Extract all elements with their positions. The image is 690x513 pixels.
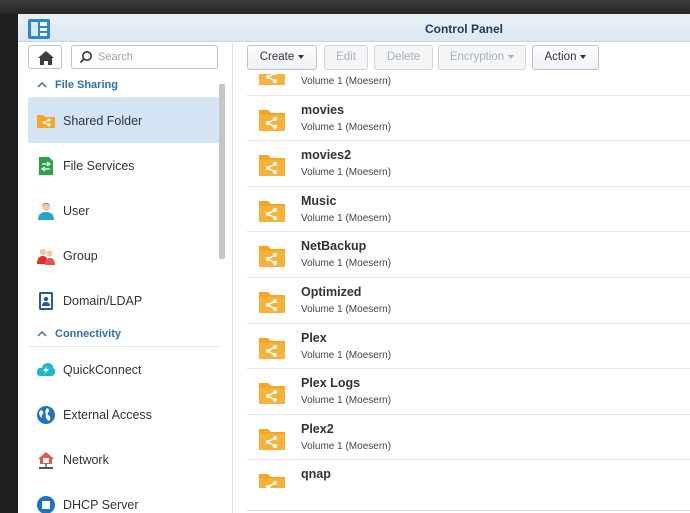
list-item[interactable]: Volume 1 (Moesern) <box>247 74 690 96</box>
list-item[interactable]: movies2 Volume 1 (Moesern) <box>247 141 690 187</box>
sidebar-item-shared-folder[interactable]: Shared Folder <box>28 98 219 143</box>
caret-down-icon <box>508 55 515 59</box>
shared-folder-icon <box>259 428 285 450</box>
list-item[interactable]: Plex Logs Volume 1 (Moesern) <box>247 369 690 415</box>
folder-name: Plex2 <box>301 421 334 436</box>
search-input[interactable] <box>98 49 213 65</box>
create-button[interactable]: Create <box>247 45 317 70</box>
sidebar-item-group[interactable]: Group <box>28 233 219 278</box>
folder-name: Plex Logs <box>301 376 361 391</box>
shared-folder-icon <box>37 115 55 128</box>
shared-folder-icon <box>259 246 285 268</box>
shared-folder-icon <box>259 383 285 405</box>
shared-folder-icon <box>259 200 285 222</box>
shared-folder-icon <box>259 337 285 359</box>
folder-location: Volume 1 (Moesern) <box>301 304 392 315</box>
sidebar-item-dhcp-server[interactable]: DHCP Server <box>28 482 219 513</box>
panel-divider <box>232 42 233 513</box>
search-icon <box>79 51 92 64</box>
sidebar-nav: File Sharing Shared Folder File Services <box>28 74 219 513</box>
shared-folder-list[interactable]: Volume 1 (Moesern) movies Volume 1 (Moeser… <box>247 74 690 488</box>
file-services-icon <box>39 157 53 175</box>
group-icon <box>37 248 55 265</box>
sidebar-item-external-access[interactable]: External Access <box>28 392 219 437</box>
list-footer-divider <box>247 510 690 511</box>
delete-button[interactable]: Delete <box>374 45 433 70</box>
folder-name: Optimized <box>301 285 362 299</box>
dhcp-server-icon <box>37 496 55 513</box>
shared-folder-icon <box>259 109 285 131</box>
sidebar-item-label: Domain/LDAP <box>63 294 143 308</box>
action-button[interactable]: Action <box>532 45 599 70</box>
encryption-label: Encryption <box>449 51 505 63</box>
caret-down-icon <box>580 55 587 59</box>
list-item[interactable]: Plex2 Volume 1 (Moesern) <box>247 415 690 461</box>
quickconnect-icon <box>36 363 56 376</box>
title-bar[interactable]: Control Panel <box>18 14 690 42</box>
section-connectivity[interactable]: Connectivity <box>28 323 219 347</box>
shared-folder-icon <box>259 155 285 177</box>
shared-folder-icon <box>259 74 285 85</box>
sidebar-item-label: Network <box>63 453 109 467</box>
home-button[interactable] <box>28 45 62 69</box>
chevron-up-icon <box>37 81 47 88</box>
folder-name: qnap <box>301 467 331 482</box>
sidebar-item-label: Group <box>63 249 98 263</box>
sidebar-item-quickconnect[interactable]: QuickConnect <box>28 347 219 392</box>
list-item[interactable]: NetBackup Volume 1 (Moesern) <box>247 232 690 278</box>
folder-name: Music <box>301 193 337 208</box>
folder-location: Volume 1 (Moesern) <box>301 76 392 87</box>
sidebar-item-domain-ldap[interactable]: Domain/LDAP <box>28 278 219 323</box>
folder-name: NetBackup <box>301 239 367 254</box>
list-item[interactable]: qnap <box>247 460 690 488</box>
folder-location: Volume 1 (Moesern) <box>301 395 392 407</box>
sidebar-item-label: External Access <box>63 408 152 422</box>
section-label: Connectivity <box>55 328 122 340</box>
section-label: File Sharing <box>55 79 118 91</box>
desktop-background-left <box>0 14 18 513</box>
section-file-sharing[interactable]: File Sharing <box>28 74 219 98</box>
list-item[interactable]: Plex Volume 1 (Moesern) <box>247 324 690 370</box>
shared-folder-icon <box>259 292 285 313</box>
network-icon <box>38 452 54 469</box>
list-item[interactable]: movies Volume 1 (Moesern) <box>247 96 690 142</box>
folder-location: Volume 1 (Moesern) <box>301 212 392 224</box>
user-icon <box>38 203 54 220</box>
folder-location: Volume 1 (Moesern) <box>301 349 392 361</box>
folder-name: movies2 <box>301 148 352 163</box>
folder-location: Volume 1 (Moesern) <box>301 258 392 270</box>
globe-icon <box>37 406 55 424</box>
window-title: Control Panel <box>424 22 503 36</box>
list-item[interactable]: Music Volume 1 (Moesern) <box>247 187 690 233</box>
sidebar-scrollbar[interactable] <box>219 84 225 259</box>
desktop-background-top <box>0 0 690 14</box>
sidebar-item-label: Shared Folder <box>63 114 143 128</box>
sidebar: File Sharing Shared Folder File Services <box>18 42 232 513</box>
action-label: Action <box>544 51 577 63</box>
caret-down-icon <box>298 55 305 59</box>
home-icon <box>38 51 54 65</box>
folder-name: movies <box>301 102 345 117</box>
sidebar-item-label: File Services <box>63 159 135 173</box>
folder-location: Volume 1 (Moesern) <box>301 121 392 133</box>
create-label: Create <box>259 51 295 63</box>
chevron-up-icon <box>37 330 47 337</box>
encryption-button[interactable]: Encryption <box>438 45 526 70</box>
sidebar-item-label: DHCP Server <box>63 498 139 512</box>
sidebar-item-user[interactable]: User <box>28 188 219 233</box>
list-item[interactable]: Optimized Volume 1 (Moesern) <box>247 278 690 324</box>
folder-location: Volume 1 (Moesern) <box>301 167 392 179</box>
domain-ldap-icon <box>39 292 53 310</box>
control-panel-window: Control Panel File Sharing <box>18 14 690 513</box>
sidebar-item-network[interactable]: Network <box>28 437 219 482</box>
shared-folder-icon <box>259 474 285 488</box>
sidebar-item-label: User <box>63 204 90 218</box>
sidebar-item-file-services[interactable]: File Services <box>28 143 219 188</box>
search-box[interactable] <box>71 45 218 69</box>
folder-name: Plex <box>301 330 327 345</box>
sidebar-item-label: QuickConnect <box>63 363 142 377</box>
edit-button[interactable]: Edit <box>324 45 368 70</box>
folder-location: Volume 1 (Moesern) <box>301 440 392 452</box>
